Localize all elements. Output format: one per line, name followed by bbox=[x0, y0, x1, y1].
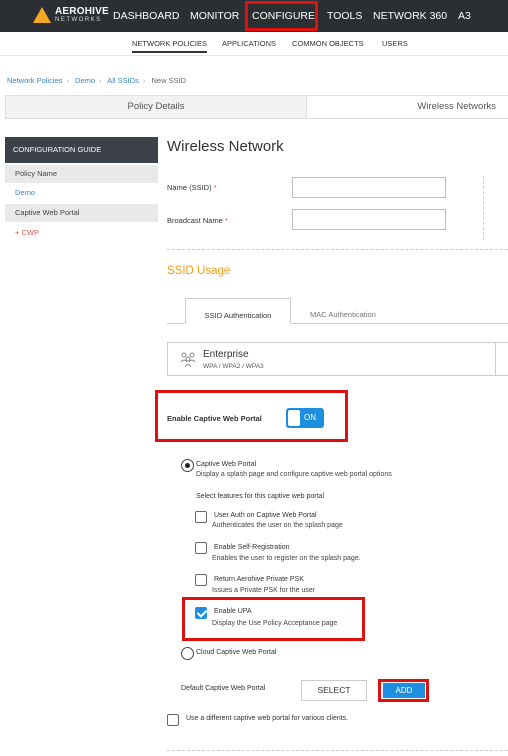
nav-dashboard[interactable]: DASHBOARD bbox=[113, 10, 180, 22]
broadcast-name-input[interactable] bbox=[292, 209, 446, 230]
nav-tools[interactable]: TOOLS bbox=[327, 10, 362, 22]
nav-a3[interactable]: A3 bbox=[458, 10, 471, 22]
top-nav: AEROHIVE NETWORKS DASHBOARD MONITOR CONF… bbox=[0, 0, 508, 32]
guide-captive-web-portal: Captive Web Portal bbox=[5, 204, 158, 222]
cloud-cwp-label: Cloud Captive Web Portal bbox=[196, 649, 277, 656]
aerohive-mark-icon bbox=[33, 7, 51, 23]
crumb-all-ssids[interactable]: All SSIDs bbox=[107, 76, 139, 85]
toggle-state: ON bbox=[304, 413, 316, 422]
enable-upa-title: Enable UPA bbox=[214, 608, 252, 615]
private-psk-desc: Issues a Private PSK for the user bbox=[212, 587, 316, 594]
crumb-new-ssid: New SSID bbox=[151, 76, 187, 85]
vertical-divider bbox=[483, 176, 484, 240]
configure-highlight bbox=[245, 1, 318, 31]
user-auth-title: User Auth on Captive Web Portal bbox=[214, 512, 317, 519]
cwp-radio-title: Captive Web Portal bbox=[196, 461, 257, 468]
page-title: Wireless Network bbox=[167, 138, 284, 155]
default-cwp-label: Default Captive Web Portal bbox=[181, 685, 266, 692]
enterprise-title: Enterprise bbox=[203, 349, 249, 360]
sub-nav: NETWORK POLICIES APPLICATIONS COMMON OBJ… bbox=[0, 32, 508, 56]
captive-web-portal-radio[interactable] bbox=[181, 459, 194, 472]
self-registration-checkbox[interactable] bbox=[195, 542, 207, 554]
tab-ssid-authentication[interactable]: SSID Authentication bbox=[185, 298, 291, 324]
user-auth-checkbox[interactable] bbox=[195, 511, 207, 523]
enterprise-subtitle: WPA / WPA2 / WPA3 bbox=[203, 363, 264, 370]
toggle-knob bbox=[288, 410, 300, 426]
enable-cwp-toggle[interactable]: ON bbox=[286, 408, 324, 428]
cloud-cwp-radio[interactable] bbox=[181, 647, 194, 660]
cwp-radio-desc: Display a splash page and configure capt… bbox=[196, 471, 392, 478]
guide-policy-name: Policy Name bbox=[5, 165, 158, 183]
different-cwp-checkbox[interactable] bbox=[167, 714, 179, 726]
enable-upa-checkbox[interactable] bbox=[195, 607, 207, 619]
subnav-network-policies[interactable]: NETWORK POLICIES bbox=[132, 39, 208, 53]
broadcast-name-label: Broadcast Name * bbox=[167, 216, 228, 225]
private-psk-checkbox[interactable] bbox=[195, 574, 207, 586]
crumb-network-policies[interactable]: Network Policies bbox=[7, 76, 62, 85]
add-button[interactable]: ADD bbox=[383, 683, 425, 698]
crumb-separator-icon: › bbox=[99, 76, 102, 85]
brand-sub: NETWORKS bbox=[55, 17, 102, 23]
ssid-usage-heading: SSID Usage bbox=[167, 265, 231, 277]
crumb-separator-icon: › bbox=[66, 76, 69, 85]
ssid-name-input[interactable] bbox=[292, 177, 446, 198]
ssid-name-label: Name (SSID) * bbox=[167, 183, 217, 192]
breadcrumb: Network Policies › Demo › All SSIDs › New S… bbox=[7, 76, 190, 85]
nav-network-360[interactable]: NETWORK 360 bbox=[373, 10, 447, 22]
nav-monitor[interactable]: MONITOR bbox=[190, 10, 239, 22]
aerohive-logo[interactable]: AEROHIVE NETWORKS bbox=[33, 5, 109, 27]
user-auth-desc: Authenticates the user on the splash pag… bbox=[212, 522, 343, 529]
upa-highlight bbox=[182, 597, 365, 641]
tab-mac-authentication[interactable]: MAC Authentication bbox=[310, 310, 376, 319]
select-button[interactable]: SELECT bbox=[301, 680, 367, 701]
self-registration-desc: Enables the user to register on the spla… bbox=[212, 555, 361, 562]
subnav-applications[interactable]: APPLICATIONS bbox=[222, 39, 276, 48]
enterprise-divider bbox=[495, 342, 496, 376]
users-icon bbox=[180, 350, 196, 368]
subnav-common-objects[interactable]: COMMON OBJECTS bbox=[292, 39, 364, 48]
section-divider bbox=[167, 249, 508, 250]
enable-upa-desc: Display the Use Policy Acceptance page bbox=[212, 620, 338, 627]
step-wireless-networks[interactable]: Wireless Networks bbox=[307, 95, 508, 119]
features-label: Select features for this captive web por… bbox=[196, 493, 325, 500]
different-cwp-label: Use a different captive web portal for v… bbox=[186, 715, 349, 722]
step-policy-details[interactable]: Policy Details bbox=[5, 95, 307, 119]
guide-demo-link[interactable]: Demo bbox=[5, 184, 158, 202]
crumb-demo[interactable]: Demo bbox=[75, 76, 95, 85]
crumb-separator-icon: › bbox=[142, 76, 146, 85]
config-guide-header: CONFIGURATION GUIDE bbox=[5, 137, 158, 163]
self-registration-title: Enable Self-Registration bbox=[214, 544, 290, 551]
wizard-steps: Policy Details Wireless Networks bbox=[5, 95, 508, 119]
enable-cwp-label: Enable Captive Web Portal bbox=[167, 414, 262, 423]
bottom-divider bbox=[167, 750, 508, 751]
guide-add-cwp-link[interactable]: + CWP bbox=[5, 224, 158, 242]
subnav-users[interactable]: USERS bbox=[382, 39, 408, 48]
private-psk-title: Return Aerohive Private PSK bbox=[214, 576, 304, 583]
brand-name: AEROHIVE bbox=[55, 6, 109, 17]
